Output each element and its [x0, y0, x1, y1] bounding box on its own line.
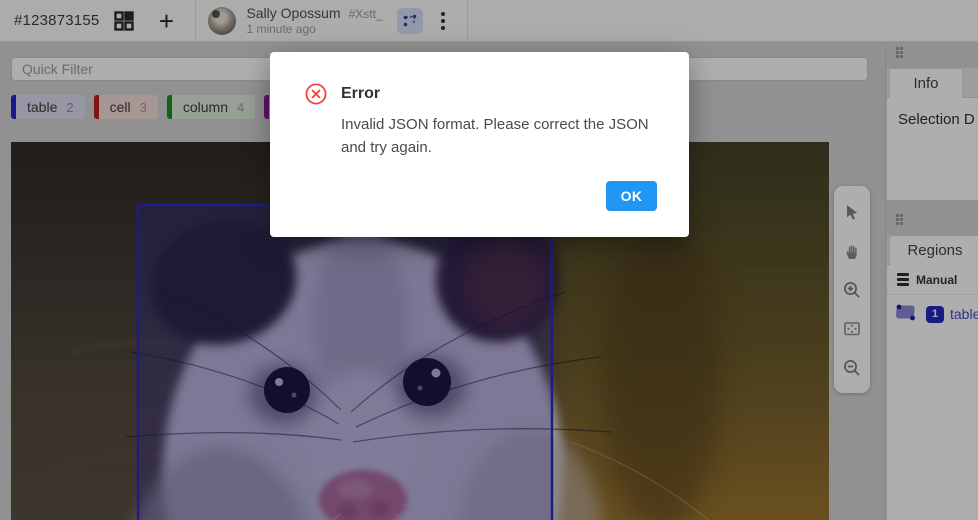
dialog-message: Invalid JSON format. Please correct the …	[341, 113, 649, 159]
dialog-message-line: Invalid JSON format. Please correct the …	[341, 113, 649, 136]
ok-button[interactable]: OK	[606, 181, 657, 211]
error-circle-icon	[305, 83, 327, 105]
error-dialog: Error Invalid JSON format. Please correc…	[270, 52, 689, 237]
dialog-message-line: and try again.	[341, 136, 649, 159]
dialog-title: Error	[341, 85, 380, 103]
